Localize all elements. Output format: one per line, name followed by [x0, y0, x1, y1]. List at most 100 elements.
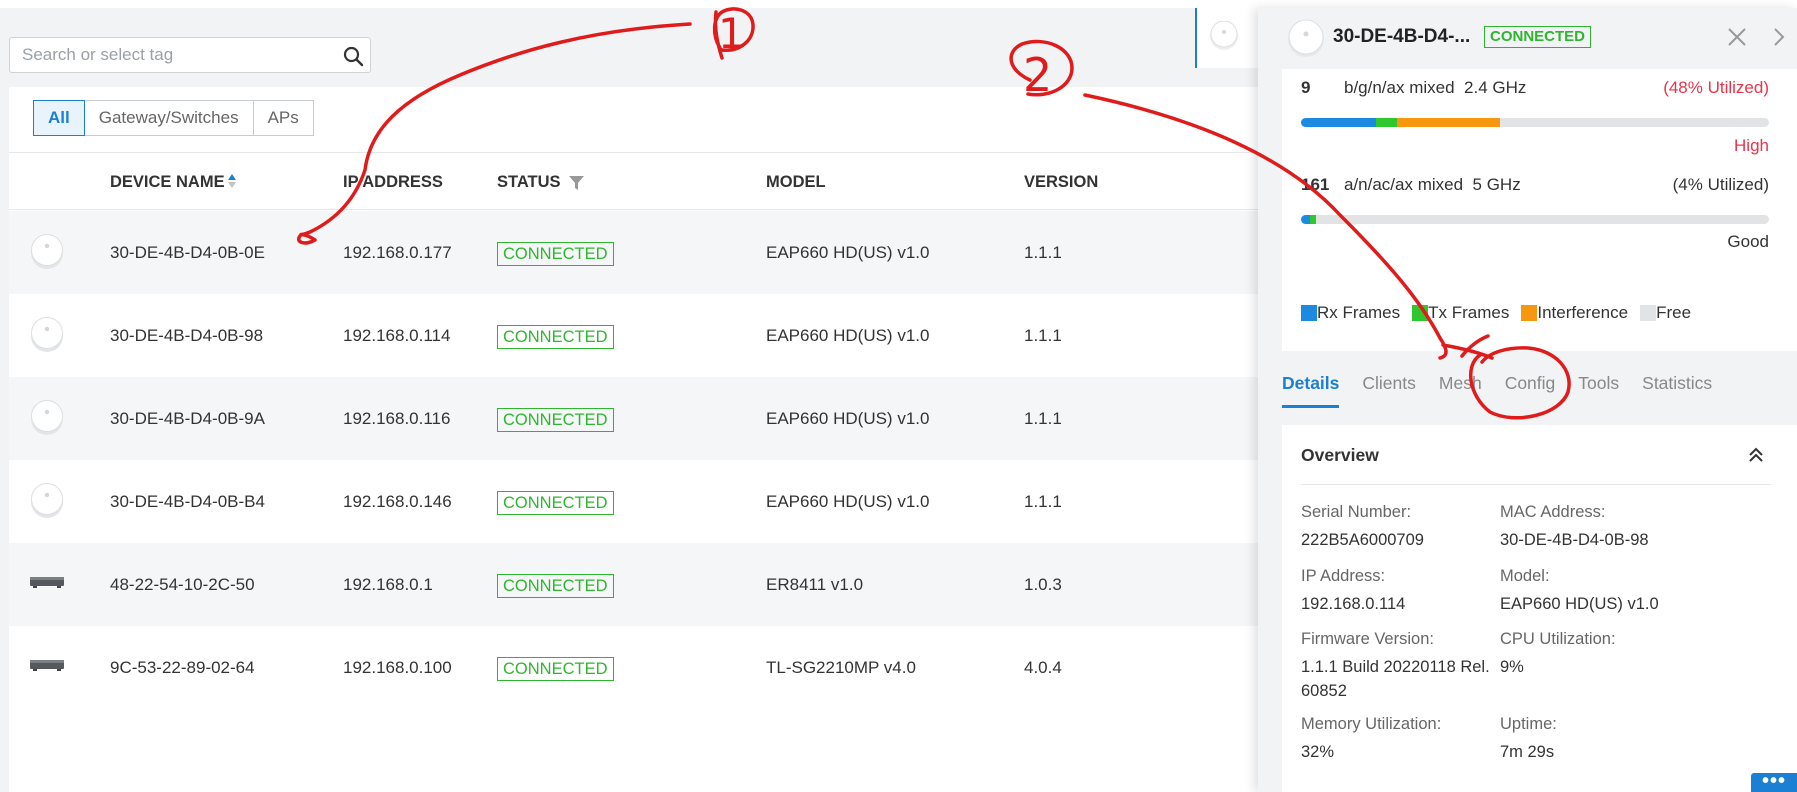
ap-icon [1288, 19, 1324, 57]
field-ip-address: IP Address: 192.168.0.114 [1301, 567, 1406, 613]
radio-24-utilized: (48% Utilized) [1663, 78, 1769, 97]
overview-header[interactable]: Overview [1301, 445, 1771, 485]
radio-5-level: Good [1727, 232, 1769, 251]
ip-address-cell: 192.168.0.114 [343, 326, 451, 345]
drawer-header: 30-DE-4B-D4-... CONNECTED [1258, 8, 1797, 68]
annotation-circle-1 [712, 7, 755, 60]
overview-title: Overview [1301, 445, 1379, 465]
radio-24-mode: b/g/n/ax mixed 2.4 GHz [1344, 78, 1527, 97]
radio-5-mode: a/n/ac/ax mixed 5 GHz [1344, 175, 1521, 194]
ap-icon [31, 400, 63, 435]
rx-segment [1301, 215, 1311, 224]
device-name-cell: 30-DE-4B-D4-0B-98 [110, 326, 264, 345]
version-cell: 1.1.1 [1024, 409, 1062, 428]
tag-search-box[interactable] [9, 37, 371, 73]
search-input[interactable] [10, 38, 320, 72]
status-cell: CONNECTED [497, 377, 614, 460]
drawer-tabs: Details Clients Mesh Config Tools Statis… [1282, 368, 1735, 408]
column-device-name[interactable]: DEVICE NAME [110, 153, 237, 211]
tab-tools[interactable]: Tools [1578, 368, 1619, 408]
tx-segment [1375, 118, 1397, 127]
version-cell: 1.0.3 [1024, 575, 1062, 594]
ap-icon [31, 317, 63, 352]
model-cell: ER8411 v1.0 [766, 575, 864, 594]
tab-mesh[interactable]: Mesh [1439, 368, 1482, 408]
radio-24-utilization-bar [1301, 118, 1769, 127]
legend-rx: Rx Frames [1301, 303, 1400, 323]
field-mac-address: MAC Address: 30-DE-4B-D4-0B-98 [1500, 503, 1649, 549]
field-cpu-utilization: CPU Utilization: 9% [1500, 630, 1616, 676]
ip-address-cell: 192.168.0.116 [343, 409, 451, 428]
radio-24-channel: 9 [1301, 78, 1311, 97]
table-row[interactable]: 48-22-54-10-2C-50 192.168.0.1 CONNECTED ER8… [9, 543, 1259, 626]
table-row[interactable]: 30-DE-4B-D4-0B-98 192.168.0.114 CONNECTED E… [9, 294, 1259, 377]
table-row[interactable]: 30-DE-4B-D4-0B-0E 192.168.0.177 CONNECTED E… [9, 211, 1259, 294]
table-row[interactable]: 9C-53-22-89-02-64 192.168.0.100 CONNECTED T… [9, 626, 1259, 709]
status-cell: CONNECTED [497, 211, 614, 294]
overview-card: Overview Serial Number: 222B5A6000709 MAC… [1282, 425, 1797, 792]
sort-icon[interactable] [227, 173, 237, 188]
tab-config[interactable]: Config [1505, 368, 1556, 408]
column-version[interactable]: VERSION [1024, 153, 1098, 211]
tx-segment [1310, 215, 1316, 224]
device-name-cell: 30-DE-4B-D4-0B-B4 [110, 492, 265, 511]
filter-funnel-icon[interactable] [569, 175, 585, 191]
column-ip-address[interactable]: IP ADDRESS [343, 153, 443, 211]
search-icon[interactable] [342, 45, 364, 67]
status-badge: CONNECTED [1484, 26, 1592, 48]
collapse-icon[interactable] [1747, 446, 1765, 464]
model-cell: EAP660 HD(US) v1.0 [766, 409, 930, 428]
model-cell: TL-SG2210MP v4.0 [766, 658, 916, 677]
ip-address-cell: 192.168.0.1 [343, 575, 433, 594]
status-badge: CONNECTED [497, 407, 614, 432]
ap-icon [1210, 21, 1238, 50]
tab-details[interactable]: Details [1282, 368, 1340, 408]
radio-24-level: High [1734, 136, 1769, 155]
tab-clients[interactable]: Clients [1362, 368, 1416, 408]
model-cell: EAP660 HD(US) v1.0 [766, 492, 930, 511]
column-status[interactable]: STATUS [497, 153, 585, 211]
version-cell: 4.0.4 [1024, 658, 1062, 677]
ip-address-cell: 192.168.0.177 [343, 243, 452, 262]
filter-gateway-switches[interactable]: Gateway/Switches [83, 100, 254, 136]
table-row[interactable]: 30-DE-4B-D4-0B-B4 192.168.0.146 CONNECTED E… [9, 460, 1259, 543]
close-icon[interactable] [1726, 26, 1748, 48]
device-list-panel: All Gateway/Switches APs DEVICE NAME IP … [9, 87, 1259, 792]
rx-segment [1301, 118, 1376, 127]
utilization-legend: Rx Frames Tx Frames Interference Free [1301, 303, 1703, 323]
chevron-right-icon[interactable] [1772, 26, 1786, 48]
device-name-cell: 30-DE-4B-D4-0B-0E [110, 243, 265, 262]
annotation-label-1: 1 [718, 9, 745, 58]
device-detail-drawer: 30-DE-4B-D4-... CONNECTED 9 b/g/n/ax mix… [1258, 8, 1797, 792]
selected-device-strip[interactable] [1195, 8, 1258, 68]
filter-all[interactable]: All [33, 100, 85, 136]
tab-statistics[interactable]: Statistics [1642, 368, 1712, 408]
legend-free: Free [1640, 303, 1691, 323]
switch-icon [30, 660, 64, 671]
radio-5-channel: 161 [1301, 175, 1330, 194]
status-badge: CONNECTED [497, 573, 614, 598]
column-model[interactable]: MODEL [766, 153, 826, 211]
table-row[interactable]: 30-DE-4B-D4-0B-9A 192.168.0.116 CONNECTED E… [9, 377, 1259, 460]
status-badge: CONNECTED [497, 241, 614, 266]
drawer-title: 30-DE-4B-D4-... [1333, 26, 1471, 47]
field-model: Model: EAP660 HD(US) v1.0 [1500, 567, 1659, 613]
status-cell: CONNECTED [497, 460, 614, 543]
filter-aps[interactable]: APs [252, 100, 314, 136]
ip-address-cell: 192.168.0.100 [343, 658, 452, 677]
status-badge: CONNECTED [497, 490, 614, 515]
status-cell: CONNECTED [497, 543, 614, 626]
radio-utilization-card: 9 b/g/n/ax mixed 2.4 GHz (48% Utilized) … [1282, 69, 1797, 351]
version-cell: 1.1.1 [1024, 492, 1062, 511]
more-options-button[interactable]: ••• [1751, 771, 1797, 792]
model-cell: EAP660 HD(US) v1.0 [766, 326, 930, 345]
device-type-filter: All Gateway/Switches APs [33, 100, 314, 136]
interference-segment [1396, 118, 1500, 127]
field-uptime: Uptime: 7m 29s [1500, 715, 1557, 761]
device-name-cell: 9C-53-22-89-02-64 [110, 658, 255, 677]
status-cell: CONNECTED [497, 626, 614, 709]
status-badge: CONNECTED [497, 324, 614, 349]
table-header: DEVICE NAME IP ADDRESS STATUS MODEL VERS… [9, 152, 1259, 210]
device-name-cell: 48-22-54-10-2C-50 [110, 575, 255, 594]
top-strip [0, 0, 1797, 8]
